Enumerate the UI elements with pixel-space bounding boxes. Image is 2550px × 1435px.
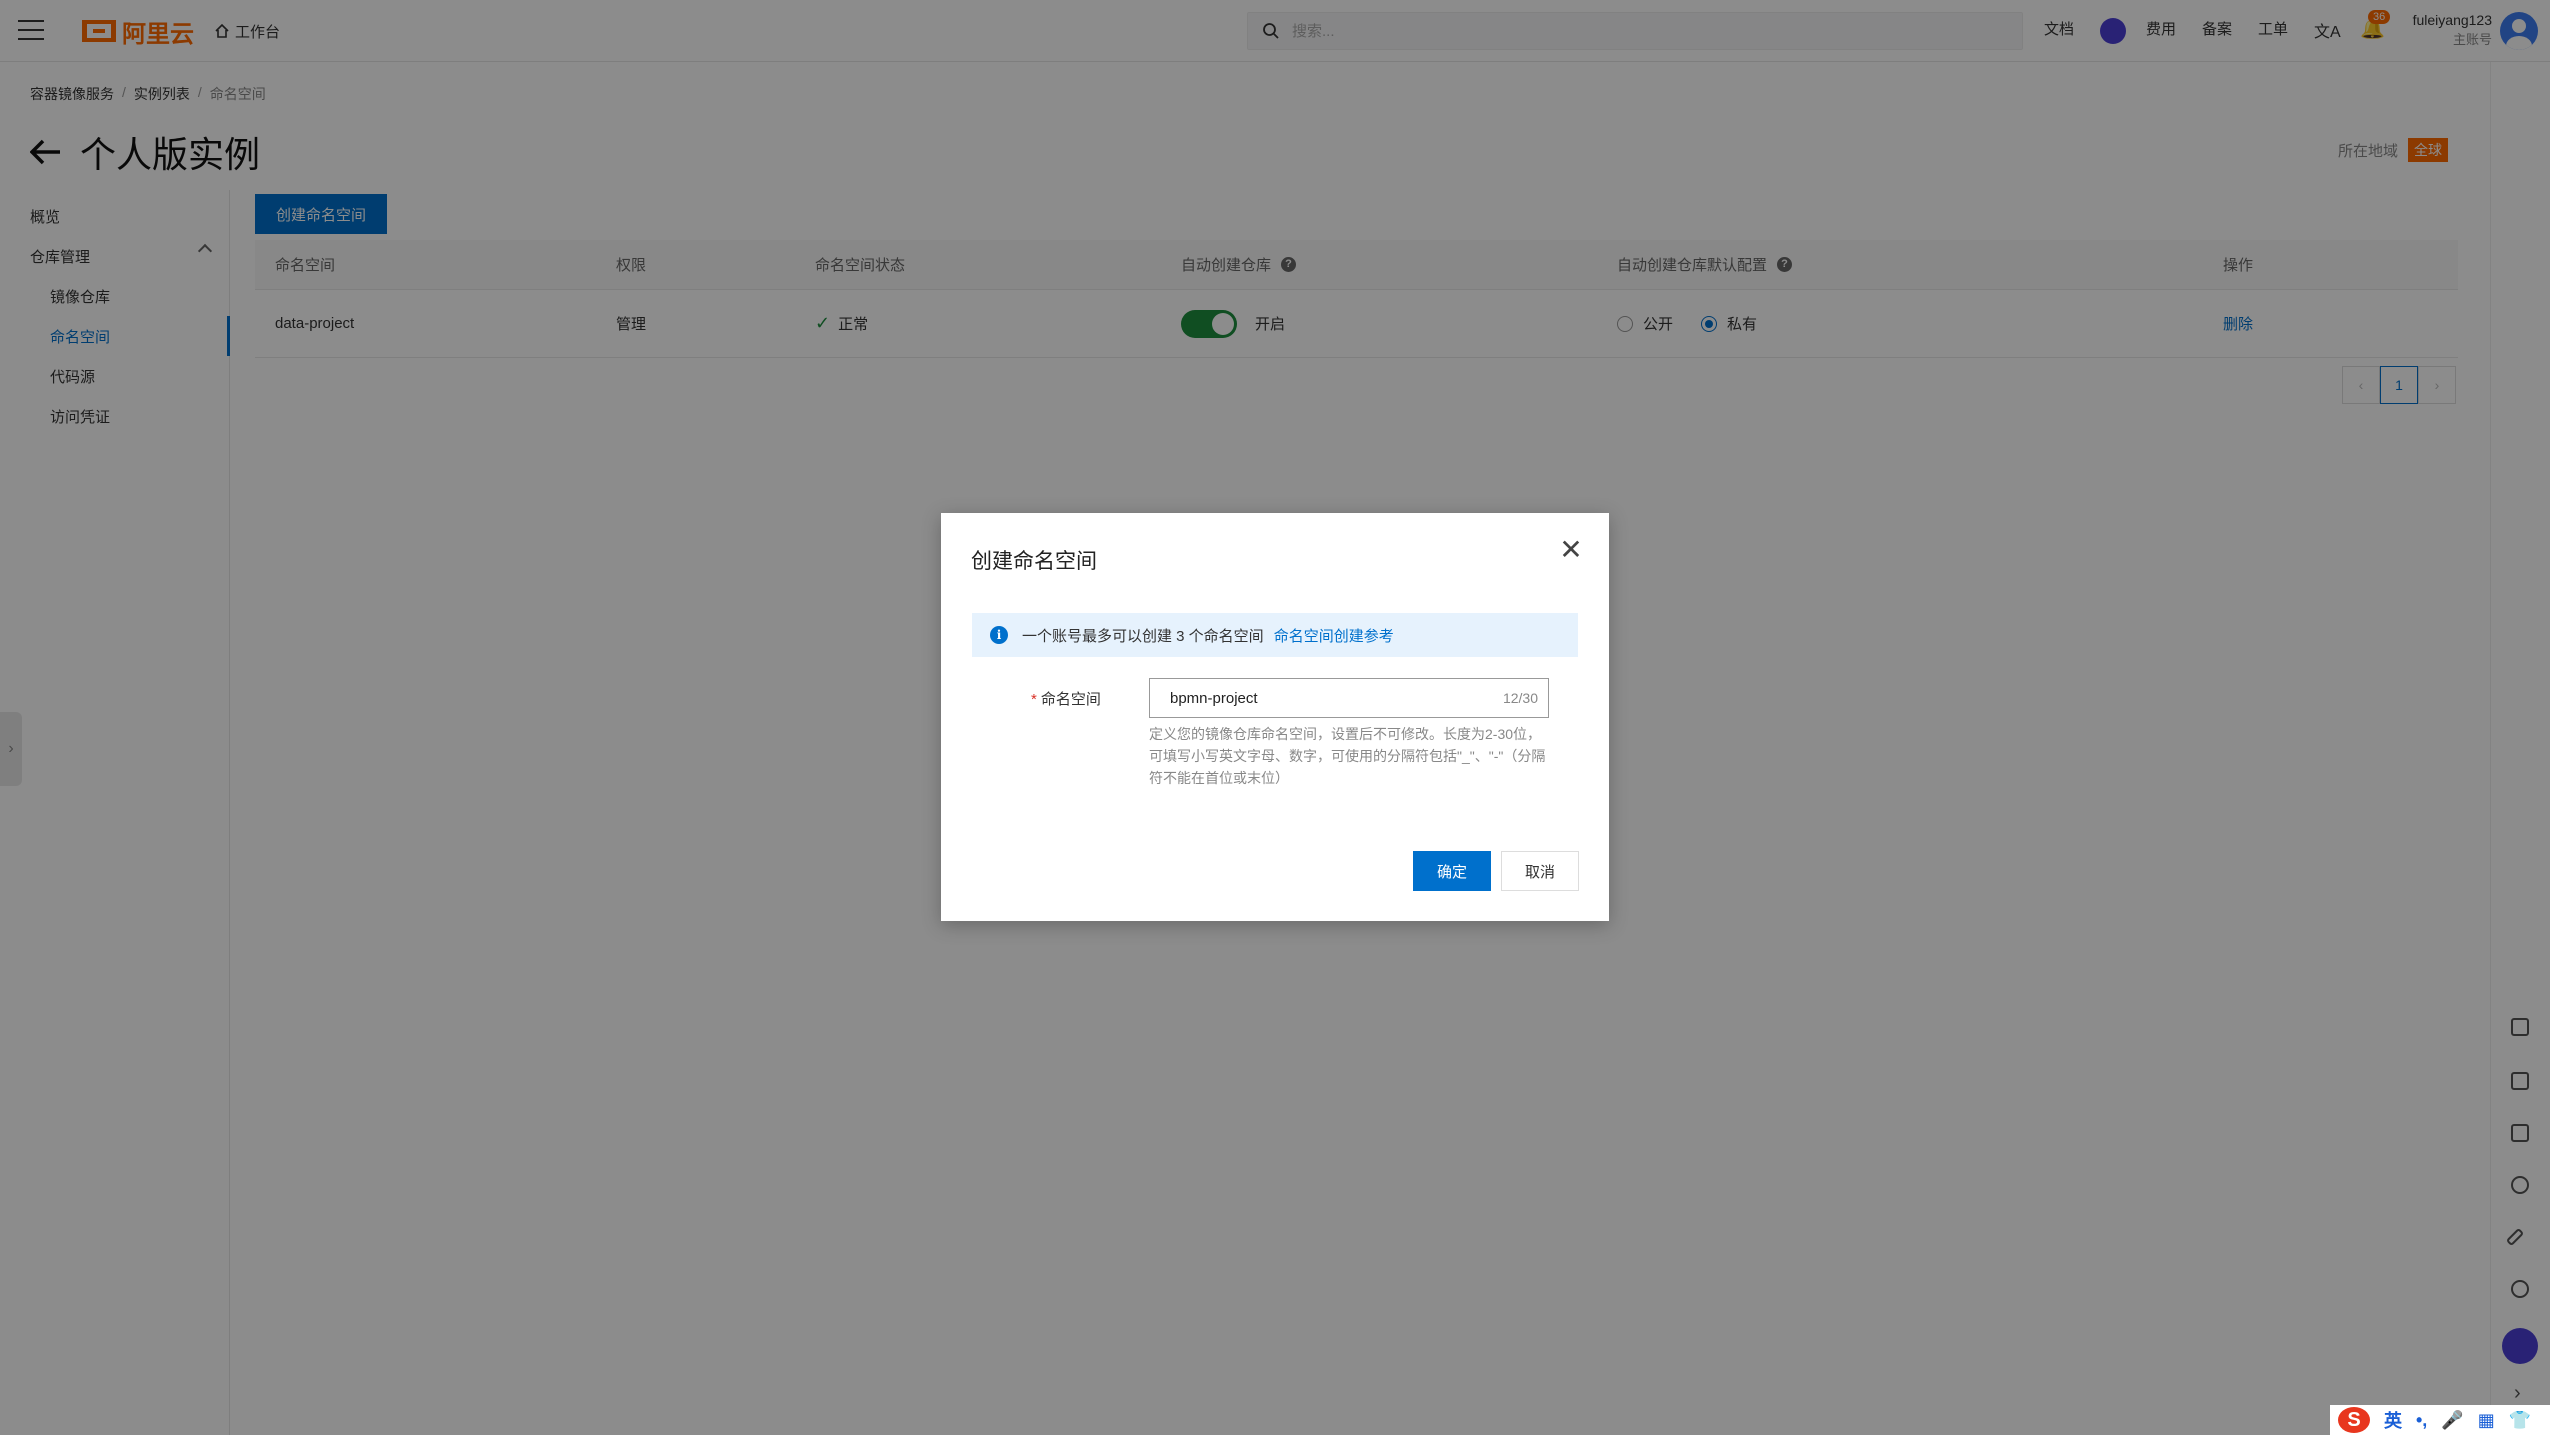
microphone-icon[interactable]: 🎤 (2441, 1410, 2463, 1431)
cancel-button[interactable]: 取消 (1501, 851, 1579, 891)
char-counter: 12/30 (1502, 690, 1538, 706)
info-icon: i (990, 626, 1008, 644)
keyboard-icon[interactable]: ▦ (2478, 1410, 2495, 1431)
namespace-field-label: * 命名空间 (1031, 688, 1101, 709)
namespace-input[interactable] (1170, 689, 1503, 707)
skin-icon[interactable]: 👕 (2509, 1410, 2531, 1431)
ime-language[interactable]: 英 (2384, 1407, 2402, 1433)
ime-logo-icon[interactable]: S (2338, 1407, 2370, 1433)
dialog-title: 创建命名空间 (971, 550, 1097, 573)
notice-text: 一个账号最多可以创建 3 个命名空间 (1022, 627, 1264, 645)
namespace-field[interactable]: 12/30 (1149, 678, 1549, 718)
field-label-text: 命名空间 (1040, 691, 1101, 708)
close-icon[interactable]: ✕ (1556, 535, 1586, 565)
field-help-text: 定义您的镜像仓库命名空间，设置后不可修改。长度为2-30位，可填写小写英文字母、… (1149, 726, 1546, 786)
info-notice: i 一个账号最多可以创建 3 个命名空间 命名空间创建参考 (972, 613, 1578, 657)
ime-toolbar: S 英 •, 🎤 ▦ 👕 (2330, 1405, 2550, 1435)
confirm-button[interactable]: 确定 (1413, 851, 1491, 891)
notice-link[interactable]: 命名空间创建参考 (1274, 625, 1394, 646)
required-marker: * (1031, 691, 1037, 708)
punctuation-icon[interactable]: •, (2416, 1410, 2427, 1431)
create-namespace-dialog: 创建命名空间 ✕ i 一个账号最多可以创建 3 个命名空间 命名空间创建参考 *… (941, 513, 1609, 921)
